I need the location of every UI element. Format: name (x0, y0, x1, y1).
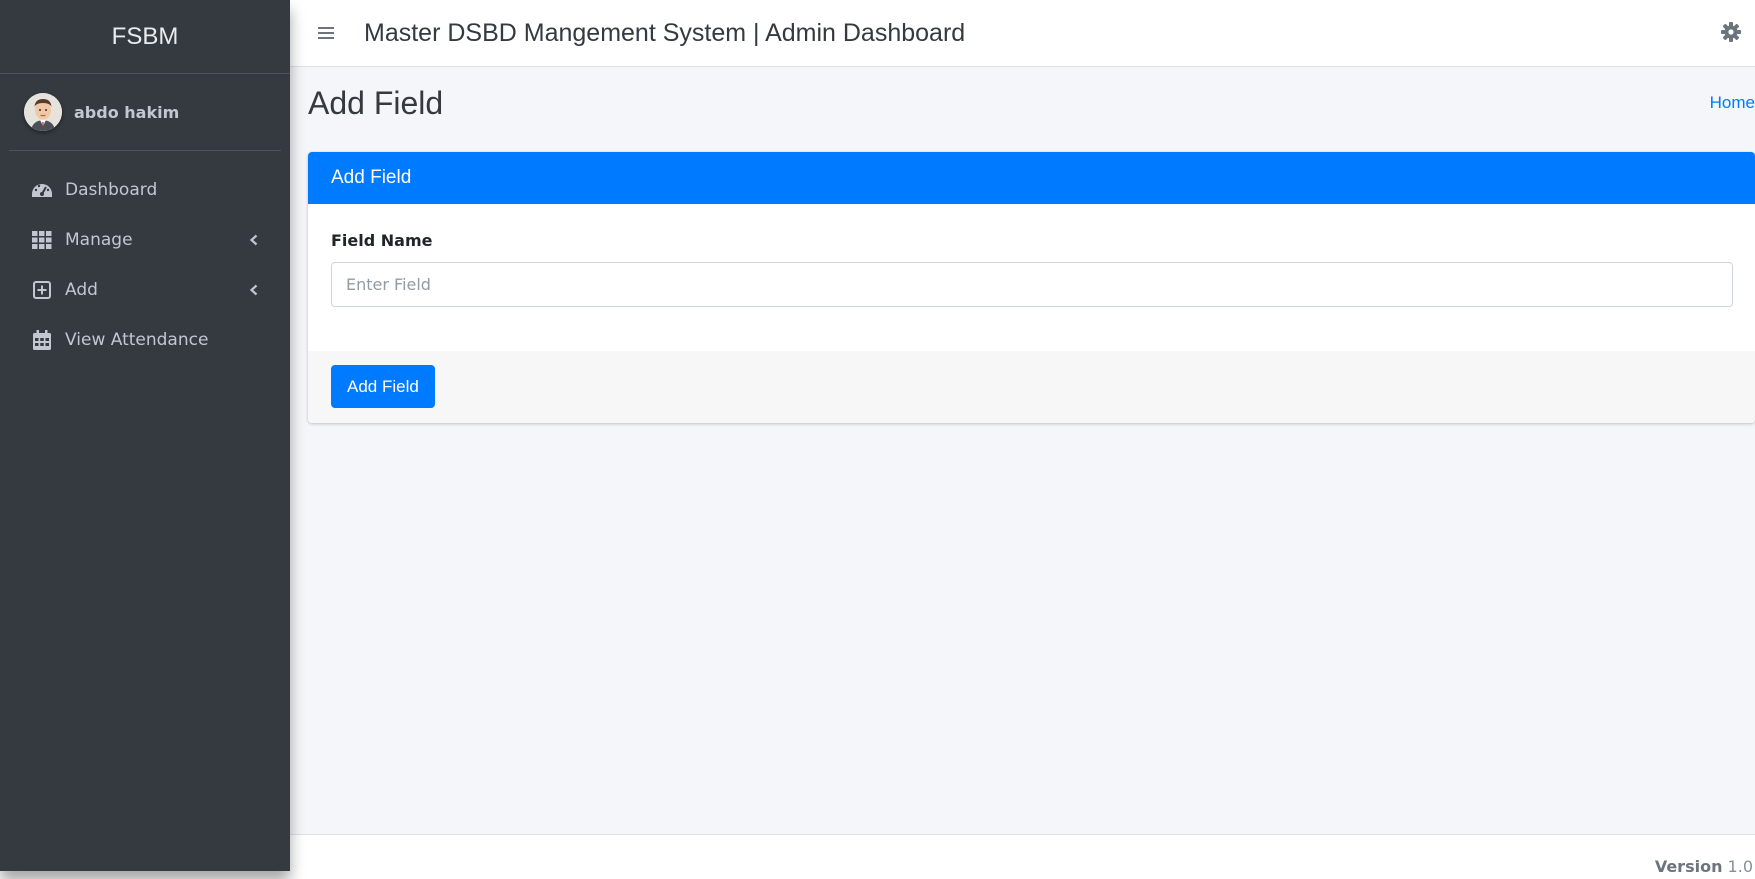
add-field-button[interactable]: Add Field (331, 365, 435, 408)
page-footer: Version 1.0 (290, 834, 1755, 879)
page-title: Add Field (308, 85, 444, 121)
version-number: 1.0 (1727, 857, 1753, 876)
card-title: Add Field (331, 167, 412, 188)
sidebar-item-view-attendance[interactable]: View Attendance (0, 315, 290, 365)
gear-icon[interactable] (1721, 22, 1743, 44)
field-name-label: Field Name (331, 231, 433, 250)
card-header: Add Field (308, 152, 1755, 204)
user-name[interactable]: abdo hakim (74, 103, 179, 122)
calendar-icon (31, 329, 53, 351)
version-info: Version 1.0 (1655, 857, 1753, 876)
content-header: Add Field Home (290, 67, 1755, 152)
bars-icon[interactable] (306, 25, 346, 41)
card-body: Field Name (308, 204, 1755, 351)
field-name-input[interactable] (331, 262, 1733, 307)
tachometer-icon (31, 179, 53, 201)
brand-text[interactable]: FSBM (112, 23, 179, 51)
sidebar-item-label: View Attendance (65, 330, 209, 350)
card-footer: Add Field (308, 351, 1755, 423)
plus-square-icon (31, 279, 53, 301)
sidebar-item-label: Dashboard (65, 180, 158, 200)
user-avatar[interactable] (24, 93, 62, 131)
sidebar-item-label: Manage (65, 230, 133, 250)
sidebar-item-add[interactable]: Add (0, 265, 290, 315)
grid-icon (31, 229, 53, 251)
top-navbar: Master DSBD Mangement System | Admin Das… (290, 0, 1755, 67)
sidebar-item-manage[interactable]: Manage (0, 215, 290, 265)
sidebar-item-dashboard[interactable]: Dashboard (0, 165, 290, 215)
content-wrapper: Add Field Home Add Field Field Name Add … (290, 67, 1755, 834)
add-field-card: Add Field Field Name Add Field (308, 152, 1755, 423)
breadcrumb-home-link[interactable]: Home (1710, 93, 1755, 113)
main-sidebar: FSBM abdo hakim Dashboard Manage Add Vie… (0, 0, 290, 871)
user-panel: abdo hakim (9, 74, 281, 151)
version-label: Version (1654, 857, 1723, 876)
avatar-image (24, 93, 62, 131)
sidebar-nav: Dashboard Manage Add View Attendance (0, 151, 290, 365)
chevron-left-icon[interactable] (248, 284, 260, 296)
sidebar-item-label: Add (65, 280, 98, 300)
chevron-left-icon[interactable] (248, 234, 260, 246)
brand-logo[interactable]: FSBM (0, 0, 290, 74)
app-title: Master DSBD Mangement System | Admin Das… (364, 18, 966, 47)
